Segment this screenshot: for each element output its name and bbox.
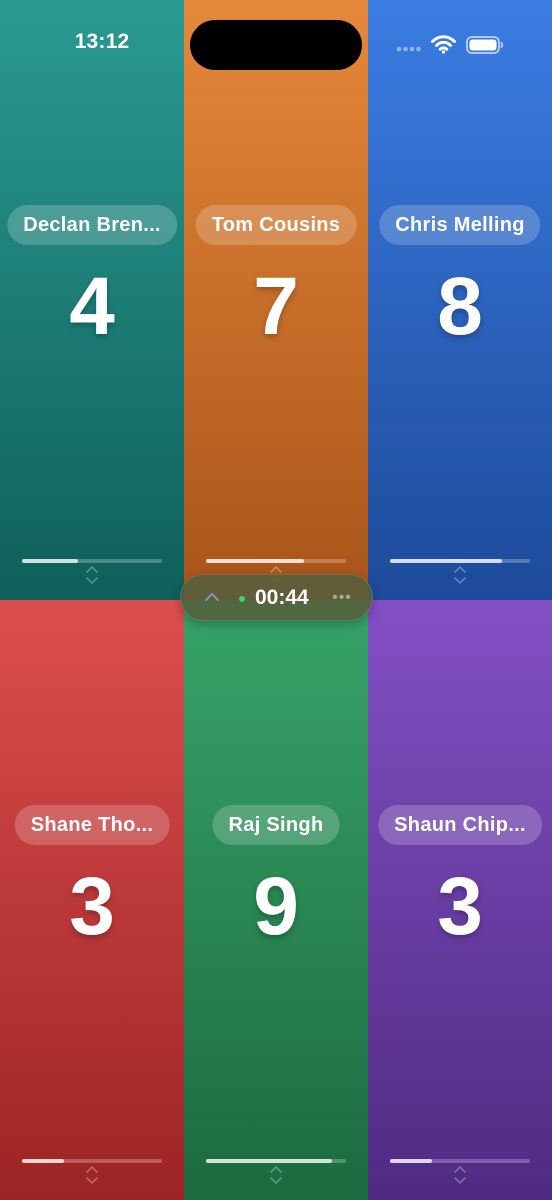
player-panel[interactable]: Chris Melling 8 [368, 0, 552, 600]
player-panel[interactable]: Shaun Chip... 3 [368, 600, 552, 1200]
player-panel[interactable]: Raj Singh 9 [184, 600, 368, 1200]
score-progress-track [22, 1159, 162, 1163]
timer-elapsed: 00:44 [255, 586, 309, 609]
drag-handle-icon[interactable] [84, 565, 100, 585]
player-name-pill[interactable]: Shaun Chip... [378, 805, 542, 845]
chevron-up-icon[interactable] [203, 590, 221, 604]
score-progress-fill [206, 559, 304, 563]
player-name-pill[interactable]: Declan Bren... [7, 205, 177, 245]
drag-handle-icon[interactable] [268, 1165, 284, 1185]
player-panel[interactable]: Declan Bren... 4 [0, 0, 184, 600]
drag-handle-icon[interactable] [452, 565, 468, 585]
player-panel[interactable]: Shane Tho... 3 [0, 600, 184, 1200]
drag-handle-icon[interactable] [452, 1165, 468, 1185]
score-progress-track [206, 1159, 346, 1163]
player-score[interactable]: 4 [0, 262, 184, 352]
player-score[interactable]: 3 [0, 862, 184, 952]
player-panel[interactable]: Tom Cousins 7 [184, 0, 368, 600]
score-progress-fill [22, 559, 78, 563]
player-score[interactable]: 7 [184, 262, 368, 352]
player-name-pill[interactable]: Raj Singh [212, 805, 340, 845]
score-progress-fill [22, 1159, 64, 1163]
player-score[interactable]: 9 [184, 862, 368, 952]
timer-running-dot [239, 596, 245, 602]
timer-pill[interactable]: 00:44 ••• [180, 574, 373, 621]
player-name-pill[interactable]: Shane Tho... [14, 805, 170, 845]
player-score[interactable]: 8 [368, 262, 552, 352]
player-name-pill[interactable]: Tom Cousins [195, 205, 357, 245]
drag-handle-icon[interactable] [84, 1165, 100, 1185]
score-progress-track [22, 559, 162, 563]
score-progress-track [390, 1159, 530, 1163]
more-icon[interactable]: ••• [331, 588, 353, 608]
score-progress-track [390, 559, 530, 563]
player-name-pill[interactable]: Chris Melling [379, 205, 541, 245]
score-progress-fill [390, 1159, 432, 1163]
score-progress-fill [206, 1159, 332, 1163]
player-score[interactable]: 3 [368, 862, 552, 952]
score-progress-fill [390, 559, 502, 563]
score-progress-track [206, 559, 346, 563]
